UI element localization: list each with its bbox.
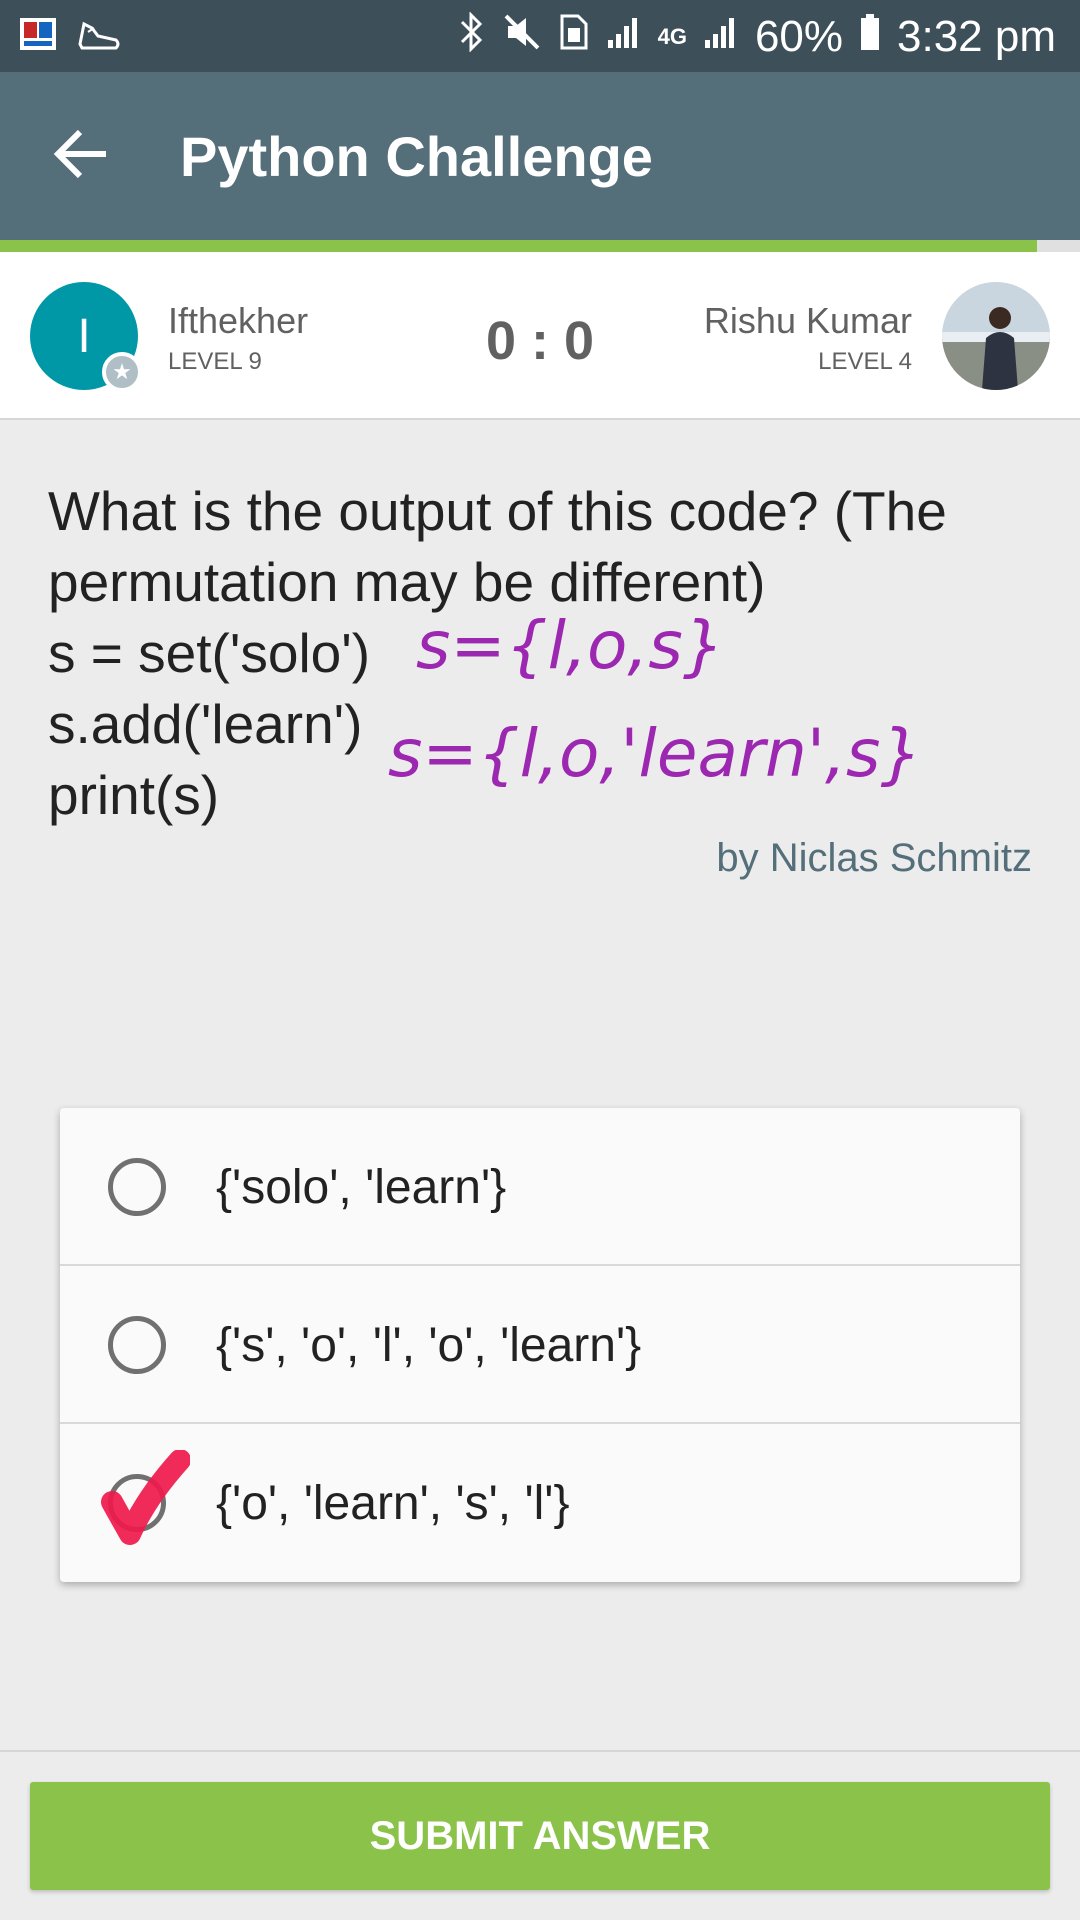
handwritten-annotation-layer: s={l,o,s} s={l,o,'learn',s} [388,607,922,792]
option-label: {'s', 'o', 'l', 'o', 'learn'} [216,1319,642,1372]
option-label: {'o', 'learn', 's', 'l'} [216,1477,570,1530]
answer-option[interactable]: {'s', 'o', 'l', 'o', 'learn'} [60,1266,1020,1424]
answer-option[interactable]: {'o', 'learn', 's', 'l'} [60,1424,1020,1582]
option-label: {'solo', 'learn'} [216,1161,507,1214]
question-author: by Niclas Schmitz [716,836,1032,880]
radio-button[interactable] [108,1158,166,1216]
answer-option[interactable]: {'solo', 'learn'} [60,1108,1020,1266]
radio-button[interactable] [108,1316,166,1374]
submit-answer-button[interactable]: SUBMIT ANSWER [30,1782,1050,1890]
handwritten-check-mark-icon [100,1449,191,1559]
divider [0,1750,1080,1752]
handwritten-annotation: s={l,o,'learn',s} [388,715,922,792]
answer-options: {'solo', 'learn'} {'s', 'o', 'l', 'o', '… [60,1108,1020,1582]
handwritten-annotation: s={l,o,s} [416,607,725,684]
